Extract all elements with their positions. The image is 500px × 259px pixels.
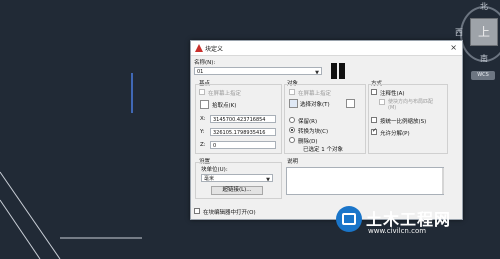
retain-label: 保留(R) [298, 119, 318, 125]
open-in-block-editor-checkbox[interactable] [194, 208, 200, 214]
close-icon[interactable]: × [450, 43, 457, 52]
dialog-titlebar[interactable]: 块定义 × [191, 41, 462, 56]
compass-west[interactable]: 西 [455, 27, 463, 38]
scale-uniformly-checkbox[interactable] [371, 117, 377, 123]
description-label: 说明 [287, 159, 299, 165]
base-specify-on-screen-label: 在屏幕上指定 [208, 91, 242, 97]
allow-exploding-checkbox[interactable] [371, 127, 377, 135]
allow-exploding-label: 允许分解(P) [380, 131, 410, 137]
objects-specify-on-screen-checkbox[interactable] [289, 89, 295, 95]
pick-point-icon[interactable] [200, 100, 209, 109]
z-input[interactable]: 0 [210, 141, 276, 149]
chevron-down-icon: ▼ [266, 177, 270, 182]
wcs-menu[interactable]: WCS [471, 71, 495, 80]
block-unit-value: 毫米 [204, 176, 215, 182]
x-input[interactable]: 3145700.423716854 [210, 115, 276, 123]
scale-uniformly-label: 按统一比例缩放(S) [380, 119, 427, 125]
pick-point-button[interactable]: 拾取点(K) [212, 101, 236, 109]
y-input[interactable]: 326105.1798935416 [210, 128, 276, 136]
description-scrollbar[interactable] [442, 168, 444, 194]
view-cube-top-face[interactable]: 上 [470, 18, 498, 46]
x-label: X: [200, 116, 206, 122]
delete-label: 删除(D) [298, 139, 318, 145]
block-preview [331, 63, 345, 79]
name-value: 01 [197, 69, 204, 75]
objects-specify-on-screen-label: 在屏幕上指定 [298, 91, 332, 97]
watermark-logo-icon [336, 206, 362, 232]
selected-count: 已选定 1 个对象 [303, 147, 343, 153]
convert-to-block-label: 转换为块(C) [298, 129, 329, 135]
description-textarea[interactable] [286, 167, 444, 195]
block-unit-select[interactable]: 毫米 ▼ [201, 174, 273, 182]
match-orientation-checkbox[interactable] [379, 99, 385, 105]
match-orientation-label: 使块方向与布局匹配(M) [388, 99, 434, 111]
delete-radio[interactable] [289, 137, 295, 143]
z-label: Z: [200, 142, 206, 148]
open-in-block-editor-label: 在块编辑器中打开(O) [203, 210, 256, 216]
retain-radio[interactable] [289, 117, 295, 123]
hyperlink-button[interactable]: 超链接(L)... [211, 186, 263, 195]
y-label: Y: [200, 129, 205, 135]
base-specify-on-screen-checkbox[interactable] [199, 89, 205, 95]
autocad-logo-icon [195, 44, 203, 52]
compass-south[interactable]: 南 [480, 53, 488, 64]
dialog-title: 块定义 [205, 46, 224, 53]
chevron-down-icon: ▼ [315, 70, 319, 75]
annotative-label: 注释性(A) [380, 91, 405, 97]
block-unit-label: 块单位(U): [201, 167, 228, 173]
diagonal-line-2[interactable] [0, 199, 41, 259]
select-objects-button[interactable]: 选择对象(T) [300, 100, 330, 108]
quick-select-icon[interactable] [346, 99, 355, 108]
compass-north[interactable]: 北 [480, 1, 488, 12]
convert-to-block-radio[interactable] [289, 127, 295, 133]
watermark-url: www.civilcn.com [368, 227, 427, 235]
name-combobox[interactable]: 01 ▼ [194, 67, 322, 75]
block-definition-dialog: 块定义 × 名称(N): 01 ▼ 基点 在屏幕上指定 拾取点(K) X: 31… [190, 40, 463, 220]
diagonal-line-1[interactable] [0, 171, 61, 259]
name-label: 名称(N): [194, 60, 216, 66]
annotative-checkbox[interactable] [371, 89, 377, 95]
select-objects-icon[interactable] [289, 99, 298, 108]
